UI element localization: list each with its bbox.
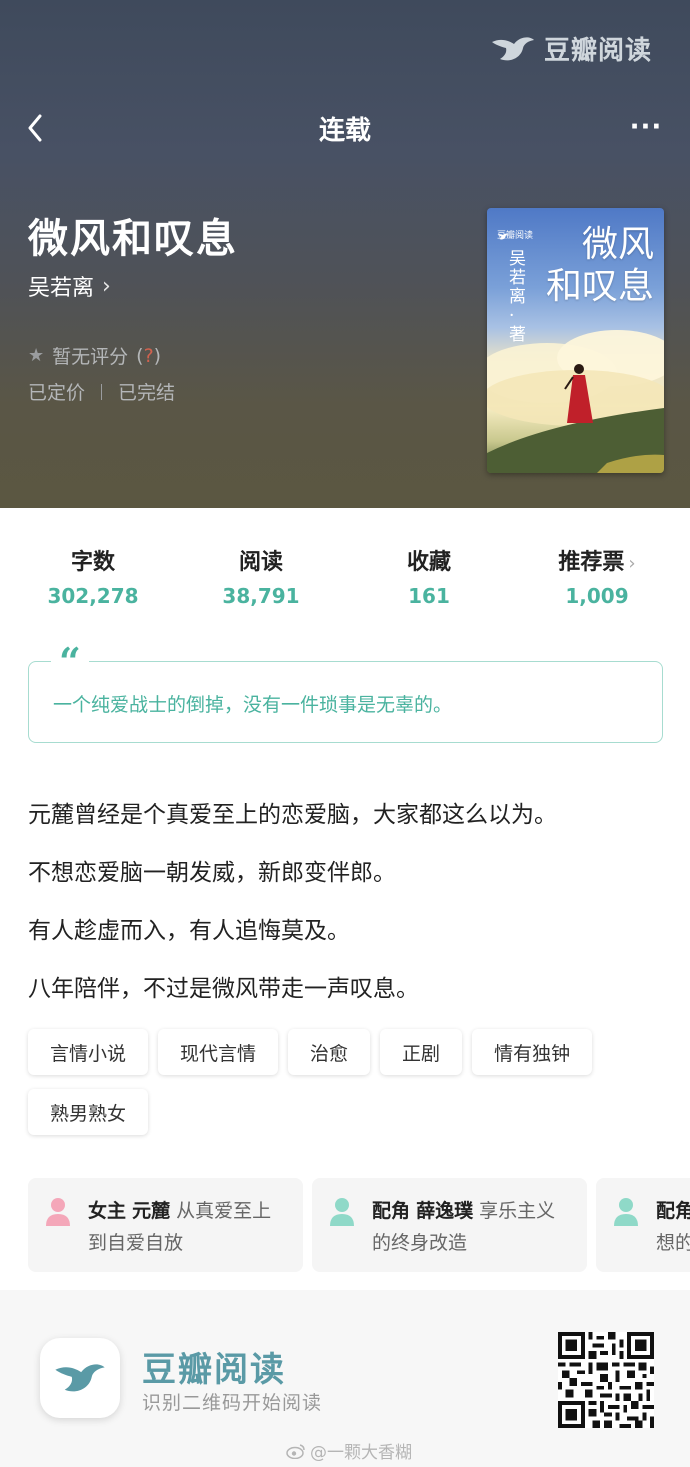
tag[interactable]: 言情小说 bbox=[28, 1029, 149, 1075]
footer-subtitle: 识别二维码开始阅读 bbox=[142, 1392, 323, 1414]
description-line: 有人趁虚而入，有人追悔莫及。 bbox=[28, 918, 350, 944]
character-card[interactable]: 女主 元麓 从真爱至上到自爱自放 bbox=[28, 1178, 303, 1272]
stat-word-count: 字数 302,278 bbox=[47, 550, 139, 608]
book-title: 微风和叹息 bbox=[28, 216, 238, 262]
bird-logo-icon bbox=[55, 1364, 105, 1392]
rating-text: 暂无评分 bbox=[52, 346, 129, 368]
qr-code[interactable] bbox=[558, 1332, 654, 1428]
chevron-right-icon: › bbox=[628, 553, 636, 574]
quote-icon: “ bbox=[51, 642, 89, 682]
more-options-button[interactable]: ··· bbox=[626, 112, 666, 142]
tag[interactable]: 熟男熟女 bbox=[28, 1089, 149, 1135]
book-cover[interactable]: 豆瓣阅读 吴若离·著 微风 和叹息 bbox=[487, 208, 664, 473]
person-icon bbox=[330, 1198, 354, 1226]
tag[interactable]: 情有独钟 bbox=[472, 1029, 593, 1075]
description-line: 元麓曾经是个真爱至上的恋爱脑，大家都这么以为。 bbox=[28, 802, 557, 828]
cover-title: 微风 和叹息 bbox=[545, 224, 654, 307]
rating-help-button[interactable]: (?) bbox=[136, 345, 161, 367]
cover-brand: 豆瓣阅读 bbox=[497, 231, 534, 241]
tag-list: 言情小说 现代言情 治愈 正剧 情有独钟 熟男熟女 bbox=[28, 1029, 668, 1135]
bird-logo-icon bbox=[491, 36, 534, 60]
help-icon: ? bbox=[143, 344, 154, 367]
footer-app-name: 豆瓣阅读 bbox=[142, 1350, 286, 1390]
app-icon[interactable] bbox=[40, 1338, 120, 1418]
star-icon: ★ bbox=[28, 345, 45, 366]
person-icon bbox=[614, 1198, 638, 1226]
description-line: 不想恋爱脑一朝发威，新郎变伴郎。 bbox=[28, 860, 396, 886]
description-line: 八年陪伴，不过是微风带走一声叹息。 bbox=[28, 976, 419, 1002]
brand-name: 豆瓣阅读 bbox=[543, 36, 652, 66]
cover-illustration bbox=[487, 330, 664, 473]
chevron-right-icon: › bbox=[102, 273, 111, 299]
watermark: @一颗大香糊 bbox=[286, 1438, 412, 1463]
character-card[interactable]: 配角 想的 bbox=[596, 1178, 690, 1272]
person-icon bbox=[46, 1198, 70, 1226]
divider bbox=[101, 383, 103, 400]
author-link[interactable]: 吴若离 › bbox=[28, 270, 111, 302]
status-row: 已定价 已完结 bbox=[28, 378, 175, 405]
tagline-box: “ 一个纯爱战士的倒掉，没有一件琐事是无辜的。 bbox=[28, 642, 663, 743]
tag[interactable]: 现代言情 bbox=[158, 1029, 279, 1075]
tagline-text: 一个纯爱战士的倒掉，没有一件琐事是无辜的。 bbox=[53, 694, 453, 716]
rating-row: ★ 暂无评分 (?) bbox=[28, 342, 161, 369]
weibo-icon bbox=[286, 1443, 305, 1459]
brand-logo: 豆瓣阅读 bbox=[490, 30, 652, 67]
bird-logo-icon bbox=[497, 233, 509, 240]
character-list: 女主 元麓 从真爱至上到自爱自放 配角 薛逸璞 享乐主义的终身改造 配角 想的 bbox=[28, 1178, 690, 1272]
status-priced: 已定价 bbox=[28, 382, 86, 404]
status-finished: 已完结 bbox=[118, 382, 176, 404]
stat-reads: 阅读 38,791 bbox=[222, 550, 300, 608]
author-name: 吴若离 bbox=[28, 276, 95, 301]
tag[interactable]: 正剧 bbox=[380, 1029, 463, 1075]
book-description: 元麓曾经是个真爱至上的恋爱脑，大家都这么以为。 不想恋爱脑一朝发威，新郎变伴郎。… bbox=[28, 786, 668, 1018]
app-promo-footer: 豆瓣阅读 识别二维码开始阅读 @一颗大香糊 bbox=[0, 1290, 690, 1467]
stats-row: 字数 302,278 阅读 38,791 收藏 161 推荐票 › 1,009 bbox=[0, 544, 690, 614]
stat-favorites: 收藏 161 bbox=[406, 550, 451, 608]
stat-recommend-votes[interactable]: 推荐票 › 1,009 bbox=[517, 544, 677, 608]
page-title: 连载 bbox=[318, 116, 371, 146]
book-header: 豆瓣阅读 连载 ··· 微风和叹息 吴若离 › ★ 暂无评分 (?) 已定价 已… bbox=[0, 0, 690, 508]
tag[interactable]: 治愈 bbox=[288, 1029, 371, 1075]
character-card[interactable]: 配角 薛逸璞 享乐主义的终身改造 bbox=[312, 1178, 587, 1272]
